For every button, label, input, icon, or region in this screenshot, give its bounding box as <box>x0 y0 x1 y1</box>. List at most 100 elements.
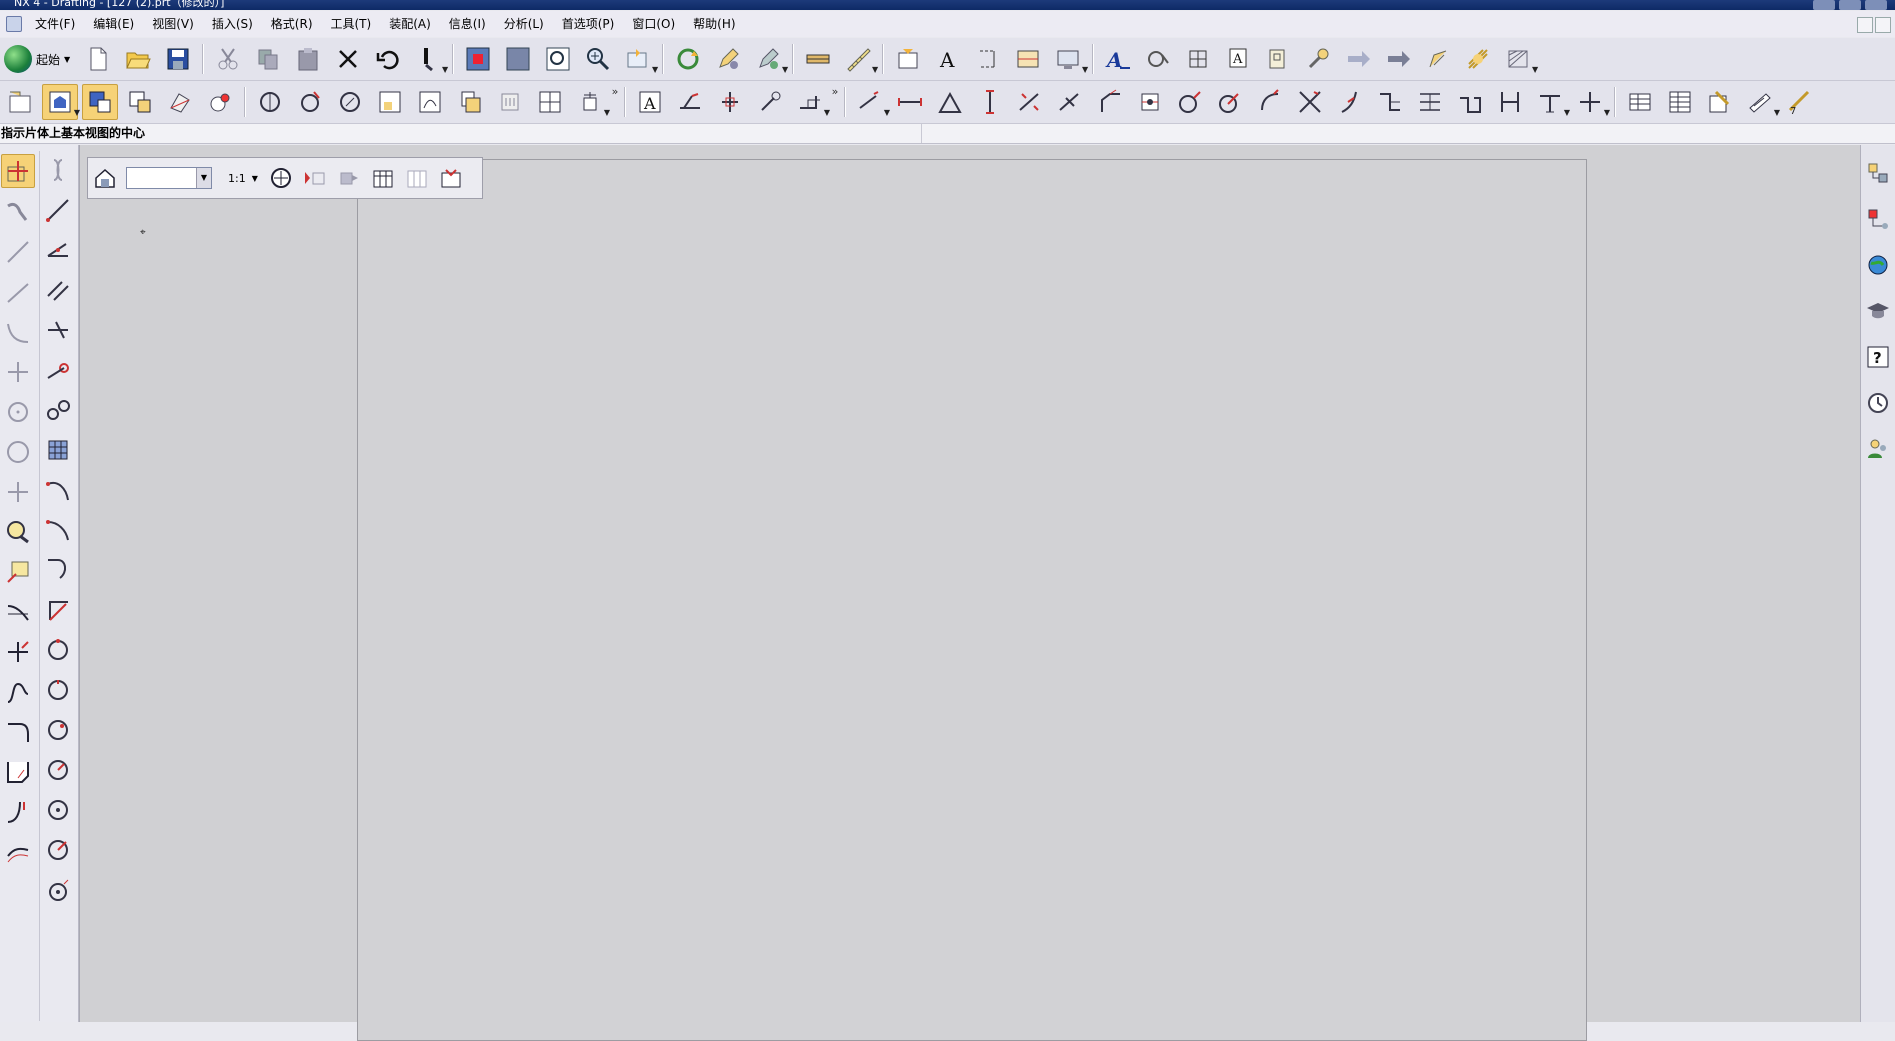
save-button[interactable] <box>160 41 196 77</box>
zoom-window-button[interactable] <box>500 41 536 77</box>
block-button[interactable] <box>42 434 74 466</box>
orient-view-button[interactable] <box>266 163 296 193</box>
scale-chevron-down-icon[interactable]: ▼ <box>252 174 258 183</box>
base-view-button[interactable]: ▼ <box>42 84 80 120</box>
drawing-sheet-button[interactable] <box>2 84 38 120</box>
section-view-button[interactable] <box>1010 41 1046 77</box>
annotation-button[interactable] <box>970 41 1006 77</box>
perpendicular-line-button[interactable] <box>42 314 74 346</box>
new-file-button[interactable] <box>80 41 116 77</box>
graphics-window[interactable]: ▼ 1:1 ▼ ⌖ <box>79 145 1860 1041</box>
vertical-chain-button[interactable] <box>1452 84 1488 120</box>
vertical-dimension-button[interactable] <box>972 84 1008 120</box>
menu-view[interactable]: 视图(V) <box>143 12 203 36</box>
point-button[interactable] <box>2 356 34 388</box>
profile-button[interactable] <box>2 196 34 228</box>
parallel-line-button[interactable] <box>42 274 74 306</box>
surface-finish-button[interactable]: ▼ <box>792 84 830 120</box>
display-sheet-button[interactable]: ▼ <box>572 84 610 120</box>
hatch-button[interactable] <box>1420 41 1456 77</box>
revolved-section-button[interactable] <box>252 84 288 120</box>
diameter-dimension-button[interactable] <box>1172 84 1208 120</box>
horizontal-dimension-button[interactable] <box>892 84 928 120</box>
angular-dimension-button[interactable] <box>932 84 968 120</box>
zoom-in-out-button[interactable] <box>580 41 616 77</box>
folded-radius-button[interactable] <box>1292 84 1328 120</box>
tangent-line-button[interactable] <box>42 354 74 386</box>
arrow-solid-button[interactable] <box>1380 41 1416 77</box>
crosshatch-button[interactable] <box>1460 41 1496 77</box>
tabular-note-button[interactable] <box>1622 84 1658 120</box>
view-style-button[interactable] <box>368 163 398 193</box>
edit-object-button[interactable] <box>710 41 746 77</box>
circle-fillet-button[interactable] <box>42 874 74 906</box>
circle-edit-button[interactable] <box>42 834 74 866</box>
drawing-border-button[interactable] <box>800 41 836 77</box>
info-button[interactable]: ▼ <box>410 41 448 77</box>
menu-information[interactable]: 信息(I) <box>440 12 495 36</box>
align-view-button[interactable] <box>452 84 488 120</box>
trim-button[interactable] <box>2 596 34 628</box>
thickness-dimension-button[interactable] <box>1332 84 1368 120</box>
history-tab[interactable] <box>1862 387 1894 419</box>
scale-label[interactable]: 1:1 <box>228 172 246 185</box>
roles-tab[interactable] <box>1862 433 1894 465</box>
fit-view-button[interactable] <box>460 41 496 77</box>
offset-curve-button[interactable] <box>2 836 34 868</box>
menu-preferences[interactable]: 首选项(P) <box>553 12 624 36</box>
remove-view-button[interactable] <box>334 163 364 193</box>
add-view-button[interactable] <box>300 163 330 193</box>
menu-window[interactable]: 窗口(O) <box>623 12 684 36</box>
minimize-button[interactable] <box>1813 0 1835 10</box>
update-views-button[interactable] <box>670 41 706 77</box>
constraint-button[interactable] <box>42 154 74 186</box>
two-circles-button[interactable] <box>42 394 74 426</box>
line-button[interactable] <box>2 236 34 268</box>
define-hatch-button[interactable] <box>532 84 568 120</box>
cut-button[interactable] <box>210 41 246 77</box>
extra-tool-button[interactable]: 7 <box>1782 84 1818 120</box>
parts-list-button[interactable] <box>1662 84 1698 120</box>
paste-button[interactable] <box>290 41 326 77</box>
maximize-button[interactable] <box>1839 0 1861 10</box>
copy-button[interactable] <box>250 41 286 77</box>
leader-symbol-button[interactable] <box>752 84 788 120</box>
menu-assembly[interactable]: 装配(A) <box>380 12 440 36</box>
sketch-button[interactable] <box>1 154 35 188</box>
note-button[interactable]: A <box>632 84 668 120</box>
radius-dimension-button[interactable] <box>1212 84 1248 120</box>
find-button[interactable] <box>2 516 34 548</box>
symbol-button[interactable] <box>1140 41 1176 77</box>
circle-center-button[interactable] <box>2 396 34 428</box>
training-tab[interactable] <box>1862 295 1894 327</box>
frame-button[interactable] <box>1260 41 1296 77</box>
chamfer-button[interactable] <box>2 756 34 788</box>
point-set-button[interactable] <box>2 476 34 508</box>
view-select-dropdown[interactable]: ▼ <box>126 167 212 189</box>
undo-button[interactable] <box>370 41 406 77</box>
arrow-button[interactable] <box>1340 41 1376 77</box>
web-browser-tab[interactable] <box>1862 249 1894 281</box>
vertical-baseline-button[interactable]: ▼ <box>1532 84 1570 120</box>
chamfer-dimension-button[interactable] <box>1092 84 1128 120</box>
line-alt-button[interactable] <box>2 276 34 308</box>
auto-balloon-button[interactable] <box>1702 84 1738 120</box>
app-icon[interactable] <box>6 16 22 32</box>
hole-dimension-button[interactable] <box>1132 84 1168 120</box>
half-section-button[interactable] <box>202 84 238 120</box>
line-angle-button[interactable] <box>42 234 74 266</box>
feature-control-button[interactable] <box>1300 41 1336 77</box>
menu-help[interactable]: 帮助(H) <box>684 12 744 36</box>
projected-view-button[interactable] <box>82 84 118 120</box>
horizontal-baseline-button[interactable] <box>1492 84 1528 120</box>
new-sheet-button[interactable] <box>890 41 926 77</box>
label-button[interactable]: A <box>1220 41 1256 77</box>
section-line-button[interactable] <box>402 163 432 193</box>
model-view-button[interactable] <box>90 163 120 193</box>
arc-radius-button[interactable] <box>42 594 74 626</box>
menu-file[interactable]: 文件(F) <box>26 12 84 36</box>
edit-curve-button[interactable] <box>2 556 34 588</box>
menu-tools[interactable]: 工具(T) <box>322 12 381 36</box>
circle-center-pt-button[interactable] <box>42 714 74 746</box>
arc-tangent-button[interactable] <box>42 514 74 546</box>
